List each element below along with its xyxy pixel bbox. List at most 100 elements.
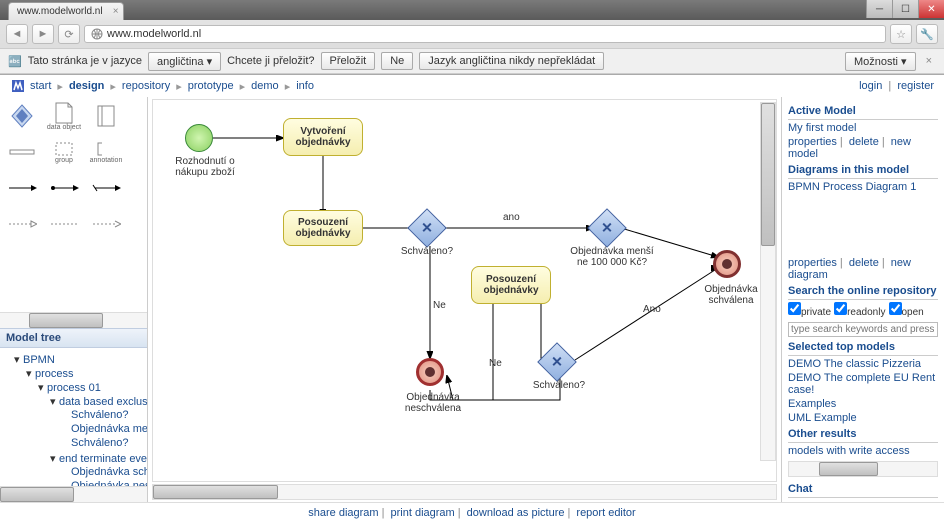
gateway-approved-2[interactable]	[537, 342, 577, 382]
maximize-button[interactable]: ☐	[892, 0, 918, 18]
bookmark-button[interactable]: ☆	[890, 24, 912, 44]
forward-button[interactable]: ►	[32, 24, 54, 44]
search-readonly-checkbox[interactable]	[834, 302, 847, 315]
selected-model-2[interactable]: DEMO The complete EU Rent case!	[788, 372, 935, 396]
right-scrollbar[interactable]	[788, 461, 938, 477]
canvas-vscrollbar[interactable]	[760, 102, 776, 461]
task-review-order-2[interactable]: Posouzení objednávky	[471, 266, 551, 304]
active-model-name[interactable]: My first model	[788, 122, 856, 134]
tree-process01[interactable]: process 01	[47, 382, 101, 394]
diagram-properties-link[interactable]: properties	[788, 257, 837, 269]
gateway-amount-label: Objednávka menší ne 100 000 Kč?	[567, 246, 657, 268]
footer-share[interactable]: share diagram	[308, 507, 378, 519]
diagram-delete-link[interactable]: delete	[849, 257, 879, 269]
translate-question: Chcete ji přeložit?	[227, 55, 314, 67]
footer-report[interactable]: report editor	[576, 507, 635, 519]
diagram-edges	[153, 100, 776, 481]
model-properties-link[interactable]: properties	[788, 136, 837, 148]
active-model-title: Active Model	[788, 105, 938, 120]
search-open-label: open	[902, 307, 924, 318]
tree-obj-schv[interactable]: Objednávka schvále	[62, 465, 145, 479]
palette-start-event[interactable]	[4, 101, 40, 131]
palette-pool[interactable]	[4, 137, 40, 167]
palette-annotation[interactable]: annotation	[88, 137, 124, 167]
palette-sequence-flow-dot[interactable]	[46, 173, 82, 203]
translate-prompt: Tato stránka je v jazyce	[28, 55, 142, 67]
end-event-fail[interactable]	[416, 358, 444, 386]
tree-obj-mensi[interactable]: Objednávka menší n	[62, 422, 145, 436]
selected-model-4[interactable]: UML Example	[788, 412, 857, 424]
tree-ete[interactable]: end terminate event	[59, 453, 147, 465]
crumb-start[interactable]: start	[30, 80, 51, 92]
model-tree: ▾BPMN ▾process ▾process 01 ▾data based e…	[0, 348, 147, 486]
selected-model-1[interactable]: DEMO The classic Pizzeria	[788, 358, 921, 370]
diagram-canvas[interactable]: Rozhodnutí o nákupu zboží Vytvoření obje…	[153, 100, 776, 481]
selected-model-3[interactable]: Examples	[788, 398, 836, 410]
end-event-success[interactable]	[713, 250, 741, 278]
palette-data-object[interactable]: data object	[46, 101, 82, 131]
tree-dbe[interactable]: data based exclusive	[59, 396, 147, 408]
model-delete-link[interactable]: delete	[849, 136, 879, 148]
tree-scrollbar[interactable]	[0, 486, 147, 502]
search-private-checkbox[interactable]	[788, 302, 801, 315]
tree-schvaleno[interactable]: Schváleno?	[62, 408, 145, 422]
browser-tab[interactable]: www.modelworld.nl ×	[8, 2, 124, 20]
login-link[interactable]: login	[859, 80, 882, 92]
footer-download[interactable]: download as picture	[467, 507, 565, 519]
diagram-link-1[interactable]: BPMN Process Diagram 1	[788, 181, 916, 193]
footer-print[interactable]: print diagram	[391, 507, 455, 519]
breadcrumb: start▸ design▸ repository▸ prototype▸ de…	[30, 80, 314, 93]
end-event-success-label: Objednávka schválena	[693, 284, 769, 306]
gateway-approved-1[interactable]	[407, 208, 447, 248]
task-create-order[interactable]: Vytvoření objednávky	[283, 118, 363, 156]
window-controls: ─ ☐ ✕	[866, 0, 944, 18]
address-bar: ◄ ► ⟳ www.modelworld.nl ☆ 🔧	[0, 20, 944, 48]
tab-bar: www.modelworld.nl × ─ ☐ ✕	[0, 0, 944, 20]
crumb-demo[interactable]: demo	[251, 80, 279, 92]
canvas-hscrollbar[interactable]	[152, 484, 777, 500]
back-button[interactable]: ◄	[6, 24, 28, 44]
gateway-amount[interactable]	[587, 208, 627, 248]
other-result-1[interactable]: models with write access	[788, 445, 910, 457]
translate-no-button[interactable]: Ne	[381, 52, 413, 70]
search-readonly-label: readonly	[847, 307, 885, 318]
minimize-button[interactable]: ─	[866, 0, 892, 18]
crumb-design[interactable]: design	[69, 80, 104, 92]
palette-group[interactable]: group	[46, 137, 82, 167]
palette-directed-association[interactable]	[88, 209, 124, 239]
url-text: www.modelworld.nl	[107, 28, 201, 40]
translate-options-button[interactable]: Možnosti ▾	[845, 52, 916, 71]
task-review-order-1[interactable]: Posouzení objednávky	[283, 210, 363, 246]
palette-default-flow[interactable]	[88, 173, 124, 203]
left-panel: data object group annotation Model tree	[0, 97, 148, 502]
start-event[interactable]	[185, 124, 213, 152]
search-title: Search the online repository	[788, 285, 938, 300]
crumb-repository[interactable]: repository	[122, 80, 170, 92]
tree-obj-nesch[interactable]: Objednávka neschv	[62, 479, 145, 486]
translate-bar: 🔤 Tato stránka je v jazyce angličtina ▾ …	[0, 48, 944, 74]
crumb-info[interactable]: info	[296, 80, 314, 92]
palette-sequence-flow[interactable]	[4, 173, 40, 203]
tab-title: www.modelworld.nl	[17, 6, 103, 17]
palette-message-flow[interactable]	[4, 209, 40, 239]
translate-yes-button[interactable]: Přeložit	[321, 52, 376, 70]
translate-close-icon[interactable]: ×	[922, 55, 936, 67]
palette-scrollbar[interactable]	[0, 312, 147, 328]
search-private-label: private	[801, 307, 831, 318]
palette-lane[interactable]	[88, 101, 124, 131]
palette-association[interactable]	[46, 209, 82, 239]
url-input[interactable]: www.modelworld.nl	[84, 25, 886, 43]
translate-lang[interactable]: angličtina ▾	[148, 52, 221, 71]
tree-process[interactable]: process	[35, 368, 74, 380]
search-open-checkbox[interactable]	[889, 302, 902, 315]
close-button[interactable]: ✕	[918, 0, 944, 18]
translate-never-button[interactable]: Jazyk angličtina nikdy nepřekládat	[419, 52, 604, 70]
register-link[interactable]: register	[897, 80, 934, 92]
tree-bpmn[interactable]: BPMN	[23, 354, 55, 366]
tree-schvaleno2[interactable]: Schváleno?	[62, 436, 145, 450]
reload-button[interactable]: ⟳	[58, 24, 80, 44]
tab-close-icon[interactable]: ×	[113, 6, 119, 17]
wrench-button[interactable]: 🔧	[916, 24, 938, 44]
crumb-prototype[interactable]: prototype	[188, 80, 234, 92]
search-input[interactable]	[788, 322, 938, 337]
